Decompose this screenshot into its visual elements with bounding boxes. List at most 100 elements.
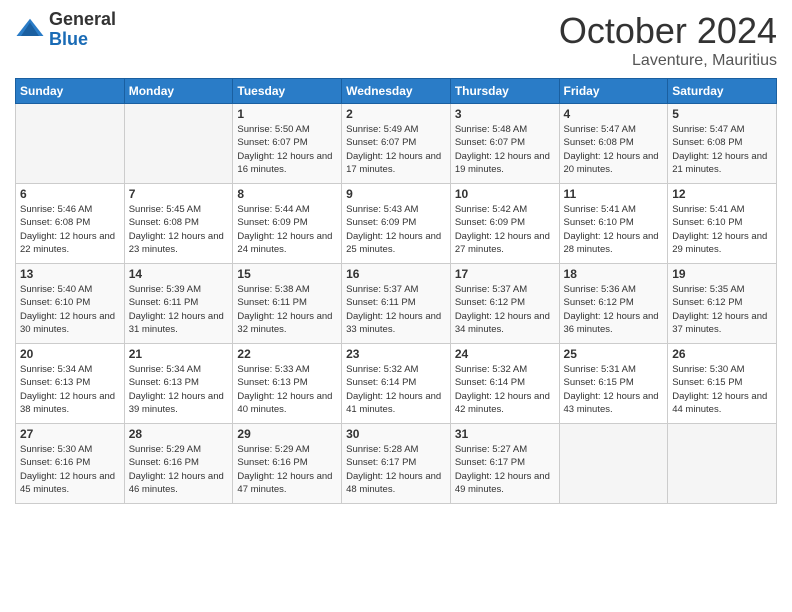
cell-sunrise: Sunrise: 5:41 AMSunset: 6:10 PMDaylight:… — [564, 204, 659, 255]
title-block: October 2024 Laventure, Mauritius — [559, 10, 777, 70]
day-number: 30 — [346, 427, 446, 441]
cell-sunrise: Sunrise: 5:40 AMSunset: 6:10 PMDaylight:… — [20, 284, 115, 335]
day-number: 4 — [564, 107, 664, 121]
cell-sunrise: Sunrise: 5:29 AMSunset: 6:16 PMDaylight:… — [237, 444, 332, 495]
calendar-cell: 3 Sunrise: 5:48 AMSunset: 6:07 PMDayligh… — [450, 104, 559, 184]
calendar-cell: 20 Sunrise: 5:34 AMSunset: 6:13 PMDaylig… — [16, 344, 125, 424]
cell-sunrise: Sunrise: 5:32 AMSunset: 6:14 PMDaylight:… — [346, 364, 441, 415]
cell-sunrise: Sunrise: 5:36 AMSunset: 6:12 PMDaylight:… — [564, 284, 659, 335]
calendar-cell: 18 Sunrise: 5:36 AMSunset: 6:12 PMDaylig… — [559, 264, 668, 344]
calendar-cell: 31 Sunrise: 5:27 AMSunset: 6:17 PMDaylig… — [450, 424, 559, 504]
day-header-wednesday: Wednesday — [342, 79, 451, 104]
day-number: 29 — [237, 427, 337, 441]
day-header-tuesday: Tuesday — [233, 79, 342, 104]
cell-sunrise: Sunrise: 5:29 AMSunset: 6:16 PMDaylight:… — [129, 444, 224, 495]
calendar-cell: 22 Sunrise: 5:33 AMSunset: 6:13 PMDaylig… — [233, 344, 342, 424]
logo-blue: Blue — [49, 30, 116, 50]
day-number: 2 — [346, 107, 446, 121]
day-number: 19 — [672, 267, 772, 281]
day-number: 12 — [672, 187, 772, 201]
calendar-cell: 23 Sunrise: 5:32 AMSunset: 6:14 PMDaylig… — [342, 344, 451, 424]
day-number: 13 — [20, 267, 120, 281]
calendar-cell: 13 Sunrise: 5:40 AMSunset: 6:10 PMDaylig… — [16, 264, 125, 344]
calendar-cell: 25 Sunrise: 5:31 AMSunset: 6:15 PMDaylig… — [559, 344, 668, 424]
day-header-saturday: Saturday — [668, 79, 777, 104]
day-number: 9 — [346, 187, 446, 201]
location-title: Laventure, Mauritius — [559, 52, 777, 70]
day-number: 6 — [20, 187, 120, 201]
calendar-cell: 8 Sunrise: 5:44 AMSunset: 6:09 PMDayligh… — [233, 184, 342, 264]
cell-sunrise: Sunrise: 5:34 AMSunset: 6:13 PMDaylight:… — [20, 364, 115, 415]
calendar-cell: 1 Sunrise: 5:50 AMSunset: 6:07 PMDayligh… — [233, 104, 342, 184]
day-number: 26 — [672, 347, 772, 361]
cell-sunrise: Sunrise: 5:34 AMSunset: 6:13 PMDaylight:… — [129, 364, 224, 415]
calendar-cell: 11 Sunrise: 5:41 AMSunset: 6:10 PMDaylig… — [559, 184, 668, 264]
month-title: October 2024 — [559, 10, 777, 52]
cell-sunrise: Sunrise: 5:30 AMSunset: 6:16 PMDaylight:… — [20, 444, 115, 495]
calendar-cell: 12 Sunrise: 5:41 AMSunset: 6:10 PMDaylig… — [668, 184, 777, 264]
calendar-cell — [559, 424, 668, 504]
calendar-cell: 24 Sunrise: 5:32 AMSunset: 6:14 PMDaylig… — [450, 344, 559, 424]
day-header-thursday: Thursday — [450, 79, 559, 104]
day-number: 7 — [129, 187, 229, 201]
day-number: 3 — [455, 107, 555, 121]
day-number: 8 — [237, 187, 337, 201]
cell-sunrise: Sunrise: 5:28 AMSunset: 6:17 PMDaylight:… — [346, 444, 441, 495]
calendar-table: SundayMondayTuesdayWednesdayThursdayFrid… — [15, 78, 777, 504]
cell-sunrise: Sunrise: 5:47 AMSunset: 6:08 PMDaylight:… — [564, 124, 659, 175]
day-number: 28 — [129, 427, 229, 441]
day-number: 1 — [237, 107, 337, 121]
week-row-4: 20 Sunrise: 5:34 AMSunset: 6:13 PMDaylig… — [16, 344, 777, 424]
day-number: 27 — [20, 427, 120, 441]
cell-sunrise: Sunrise: 5:41 AMSunset: 6:10 PMDaylight:… — [672, 204, 767, 255]
week-row-3: 13 Sunrise: 5:40 AMSunset: 6:10 PMDaylig… — [16, 264, 777, 344]
calendar-cell — [124, 104, 233, 184]
day-number: 11 — [564, 187, 664, 201]
cell-sunrise: Sunrise: 5:49 AMSunset: 6:07 PMDaylight:… — [346, 124, 441, 175]
calendar-cell: 2 Sunrise: 5:49 AMSunset: 6:07 PMDayligh… — [342, 104, 451, 184]
calendar-cell: 5 Sunrise: 5:47 AMSunset: 6:08 PMDayligh… — [668, 104, 777, 184]
header: General Blue October 2024 Laventure, Mau… — [15, 10, 777, 70]
day-number: 17 — [455, 267, 555, 281]
cell-sunrise: Sunrise: 5:48 AMSunset: 6:07 PMDaylight:… — [455, 124, 550, 175]
calendar-cell: 26 Sunrise: 5:30 AMSunset: 6:15 PMDaylig… — [668, 344, 777, 424]
calendar-cell: 9 Sunrise: 5:43 AMSunset: 6:09 PMDayligh… — [342, 184, 451, 264]
day-number: 20 — [20, 347, 120, 361]
day-header-sunday: Sunday — [16, 79, 125, 104]
page: General Blue October 2024 Laventure, Mau… — [0, 0, 792, 612]
day-number: 18 — [564, 267, 664, 281]
cell-sunrise: Sunrise: 5:32 AMSunset: 6:14 PMDaylight:… — [455, 364, 550, 415]
cell-sunrise: Sunrise: 5:46 AMSunset: 6:08 PMDaylight:… — [20, 204, 115, 255]
calendar-cell: 7 Sunrise: 5:45 AMSunset: 6:08 PMDayligh… — [124, 184, 233, 264]
day-number: 24 — [455, 347, 555, 361]
cell-sunrise: Sunrise: 5:30 AMSunset: 6:15 PMDaylight:… — [672, 364, 767, 415]
cell-sunrise: Sunrise: 5:43 AMSunset: 6:09 PMDaylight:… — [346, 204, 441, 255]
day-number: 25 — [564, 347, 664, 361]
calendar-cell: 4 Sunrise: 5:47 AMSunset: 6:08 PMDayligh… — [559, 104, 668, 184]
day-number: 21 — [129, 347, 229, 361]
day-number: 14 — [129, 267, 229, 281]
cell-sunrise: Sunrise: 5:45 AMSunset: 6:08 PMDaylight:… — [129, 204, 224, 255]
day-number: 15 — [237, 267, 337, 281]
cell-sunrise: Sunrise: 5:27 AMSunset: 6:17 PMDaylight:… — [455, 444, 550, 495]
cell-sunrise: Sunrise: 5:38 AMSunset: 6:11 PMDaylight:… — [237, 284, 332, 335]
cell-sunrise: Sunrise: 5:35 AMSunset: 6:12 PMDaylight:… — [672, 284, 767, 335]
week-row-2: 6 Sunrise: 5:46 AMSunset: 6:08 PMDayligh… — [16, 184, 777, 264]
cell-sunrise: Sunrise: 5:42 AMSunset: 6:09 PMDaylight:… — [455, 204, 550, 255]
calendar-cell: 21 Sunrise: 5:34 AMSunset: 6:13 PMDaylig… — [124, 344, 233, 424]
cell-sunrise: Sunrise: 5:37 AMSunset: 6:11 PMDaylight:… — [346, 284, 441, 335]
week-row-1: 1 Sunrise: 5:50 AMSunset: 6:07 PMDayligh… — [16, 104, 777, 184]
calendar-header-row: SundayMondayTuesdayWednesdayThursdayFrid… — [16, 79, 777, 104]
calendar-cell: 27 Sunrise: 5:30 AMSunset: 6:16 PMDaylig… — [16, 424, 125, 504]
day-number: 5 — [672, 107, 772, 121]
calendar-cell: 16 Sunrise: 5:37 AMSunset: 6:11 PMDaylig… — [342, 264, 451, 344]
calendar-cell — [668, 424, 777, 504]
logo-text: General Blue — [49, 10, 116, 50]
calendar-cell: 19 Sunrise: 5:35 AMSunset: 6:12 PMDaylig… — [668, 264, 777, 344]
logo-general: General — [49, 10, 116, 30]
day-number: 16 — [346, 267, 446, 281]
calendar-cell: 17 Sunrise: 5:37 AMSunset: 6:12 PMDaylig… — [450, 264, 559, 344]
cell-sunrise: Sunrise: 5:47 AMSunset: 6:08 PMDaylight:… — [672, 124, 767, 175]
logo-icon — [15, 15, 45, 45]
calendar-cell: 30 Sunrise: 5:28 AMSunset: 6:17 PMDaylig… — [342, 424, 451, 504]
